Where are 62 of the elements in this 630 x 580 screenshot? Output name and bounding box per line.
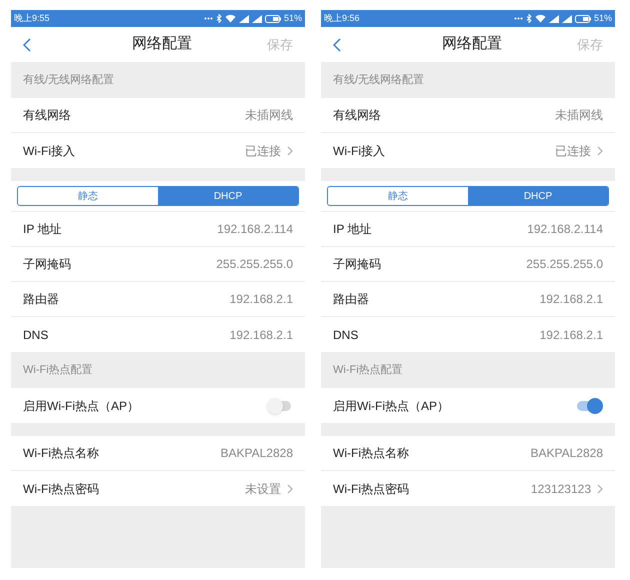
signal-icon	[238, 14, 249, 22]
settings-row[interactable]: Wi-Fi接入 已连接	[11, 133, 305, 168]
row-value: 已连接	[555, 142, 591, 160]
settings-row[interactable]: Wi-Fi热点密码 123123123	[321, 471, 615, 506]
more-icon	[514, 17, 523, 20]
battery-percent: 51%	[284, 12, 302, 25]
row-value: 已连接	[245, 142, 281, 160]
status-time: 晚上9:55	[14, 12, 50, 25]
toggle-switch[interactable]	[267, 398, 293, 414]
battery-icon	[574, 14, 591, 22]
row-label: Wi-Fi接入	[333, 142, 386, 160]
row-value: 192.168.2.114	[527, 221, 603, 238]
row-label: Wi-Fi热点名称	[333, 445, 410, 462]
more-icon	[204, 17, 213, 20]
row-label: IP 地址	[23, 221, 62, 238]
row-value: 192.168.2.1	[230, 291, 293, 308]
row-label: 启用Wi-Fi热点（AP）	[23, 398, 140, 414]
signal-icon	[562, 14, 572, 22]
row-label: Wi-Fi热点密码	[333, 480, 410, 498]
row-label: 子网掩码	[333, 256, 382, 273]
row-value: 192.168.2.1	[540, 291, 603, 308]
segment-tab[interactable]: DHCP	[468, 187, 608, 205]
status-time: 晚上9:56	[324, 12, 360, 25]
row-label: IP 地址	[333, 221, 372, 238]
bluetooth-icon	[526, 14, 532, 23]
row-label: 有线网络	[333, 107, 382, 124]
wifi-icon	[224, 14, 236, 23]
page-title: 网络配置	[441, 34, 503, 54]
row-label: 路由器	[23, 291, 60, 308]
row-value: 123123123	[530, 480, 591, 498]
bluetooth-icon	[216, 14, 222, 23]
row-value: 192.168.2.1	[540, 326, 603, 344]
segment-tab[interactable]: DHCP	[158, 187, 298, 205]
row-value: 192.168.2.1	[230, 326, 293, 344]
battery-icon	[264, 14, 281, 22]
battery-percent: 51%	[594, 12, 612, 25]
row-label: DNS	[333, 326, 360, 344]
row-value: 未设置	[245, 480, 281, 498]
row-value: 未插网线	[555, 107, 603, 124]
settings-row[interactable]: Wi-Fi热点密码 未设置	[11, 471, 305, 506]
row-label: Wi-Fi热点名称	[23, 445, 100, 462]
row-value: 255.255.255.0	[526, 256, 603, 273]
back-icon	[23, 38, 31, 52]
toggle-switch[interactable]	[577, 398, 603, 414]
row-label: 路由器	[333, 291, 370, 308]
row-value: 未插网线	[245, 107, 293, 124]
signal-icon	[252, 14, 262, 22]
row-value: 255.255.255.0	[216, 256, 293, 273]
wifi-icon	[534, 14, 546, 23]
row-label: 子网掩码	[23, 256, 72, 273]
row-label: Wi-Fi接入	[23, 142, 76, 160]
row-label: 有线网络	[23, 107, 72, 124]
signal-icon	[548, 14, 559, 22]
row-value: 192.168.2.114	[217, 221, 293, 238]
row-value: BAKPAL2828	[530, 445, 603, 462]
back-icon	[333, 38, 341, 52]
row-label: Wi-Fi热点密码	[23, 480, 100, 498]
settings-row[interactable]: Wi-Fi接入 已连接	[321, 133, 615, 168]
page-title: 网络配置	[131, 34, 193, 54]
row-label: DNS	[23, 326, 50, 344]
row-label: 启用Wi-Fi热点（AP）	[333, 398, 450, 414]
row-value: BAKPAL2828	[220, 445, 293, 462]
